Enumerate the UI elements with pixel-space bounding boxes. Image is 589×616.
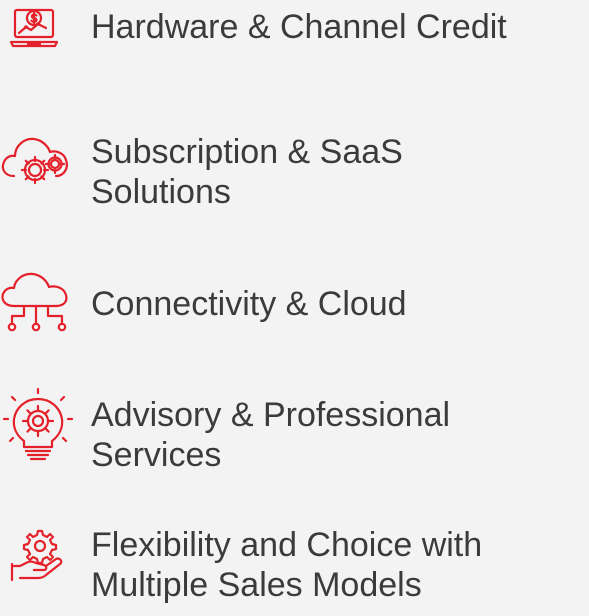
feature-item-subscription: Subscription & SaaS Solutions [0, 120, 589, 220]
lightbulb-gear-icon [2, 387, 74, 461]
feature-label-line: Solutions [91, 173, 231, 211]
cloud-network-icon [1, 272, 68, 332]
feature-item-hardware: Hardware & Channel Credit [0, 0, 589, 80]
cloud-gear-icon [1, 137, 68, 185]
hand-gear-icon [10, 529, 63, 582]
laptop-dollar-chart-icon [9, 8, 59, 48]
feature-label-line: Services [91, 436, 222, 474]
feature-label-line: Connectivity & Cloud [91, 285, 407, 323]
feature-item-flexibility: Flexibility and Choice with Multiple Sal… [0, 500, 589, 610]
feature-label-line: Subscription & SaaS [91, 133, 403, 171]
feature-item-advisory: Advisory & Professional Services [0, 385, 589, 485]
feature-label-line: Multiple Sales Models [91, 566, 422, 604]
feature-label-line: Advisory & Professional [91, 396, 451, 434]
feature-label-line: Hardware & Channel Credit [91, 8, 507, 46]
feature-label-line: Flexibility and Choice with [91, 526, 483, 564]
feature-item-connectivity: Connectivity & Cloud [0, 262, 589, 342]
